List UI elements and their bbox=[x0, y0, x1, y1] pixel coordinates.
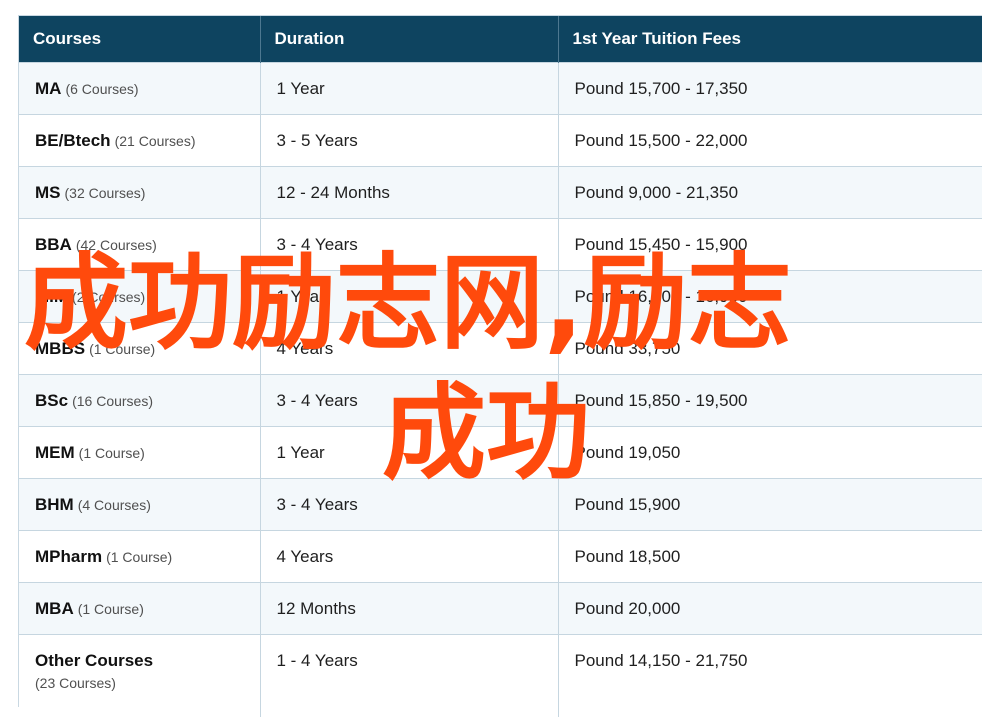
course-name[interactable]: MBA bbox=[35, 599, 74, 618]
course-cell: MBBS (1 Course) bbox=[19, 322, 261, 375]
fees-cell: Pound 19,050 bbox=[558, 426, 982, 479]
course-name[interactable]: Other Courses bbox=[35, 651, 153, 670]
table-row: MS (32 Courses) 12 - 24 Months Pound 9,00… bbox=[19, 166, 982, 219]
course-cell: BE/Btech (21 Courses) bbox=[19, 114, 261, 167]
course-count: (42 Courses) bbox=[75, 236, 157, 253]
course-count: (1 Course) bbox=[106, 548, 173, 565]
course-name[interactable]: BE/Btech bbox=[35, 131, 111, 150]
table-row: MA (6 Courses) 1 Year Pound 15,700 - 17,3… bbox=[19, 62, 982, 115]
course-name[interactable]: BBA bbox=[35, 235, 72, 254]
fees-cell: Pound 20,000 bbox=[558, 582, 982, 635]
fees-cell: Pound 15,850 - 19,500 bbox=[558, 374, 982, 427]
course-cell: MA (6 Courses) bbox=[19, 62, 261, 115]
course-name[interactable]: MIM bbox=[35, 287, 68, 306]
fees-cell: Pound 15,450 - 15,900 bbox=[558, 218, 982, 271]
table-row: BHM (4 Courses) 3 - 4 Years Pound 15,900 bbox=[19, 478, 982, 531]
table-row: MBBS (1 Course) 4 Years Pound 33,750 bbox=[19, 322, 982, 375]
header-courses: Courses bbox=[19, 16, 261, 63]
fees-cell: Pound 16,400 - 16,950 bbox=[558, 270, 982, 323]
duration-cell: 12 - 24 Months bbox=[260, 166, 559, 219]
course-count: (16 Courses) bbox=[72, 392, 153, 409]
header-duration: Duration bbox=[260, 16, 559, 63]
course-cell: BHM (4 Courses) bbox=[19, 478, 261, 531]
table-row: MIM (2 Courses) 1 Year Pound 16,400 - 16,… bbox=[19, 270, 982, 323]
course-name[interactable]: MEM bbox=[35, 443, 75, 462]
course-count: (2 Courses) bbox=[72, 288, 146, 305]
course-count: (23 Courses) bbox=[35, 675, 116, 691]
table-header-row: Courses Duration 1st Year Tuition Fees bbox=[19, 16, 982, 63]
course-name[interactable]: BSc bbox=[35, 391, 68, 410]
course-count: (1 Course) bbox=[77, 600, 144, 617]
course-count: (4 Courses) bbox=[77, 496, 151, 513]
course-count: (21 Courses) bbox=[114, 132, 196, 149]
fees-cell: Pound 15,900 bbox=[558, 478, 982, 531]
fees-cell: Pound 18,500 bbox=[558, 530, 982, 583]
course-name[interactable]: MBBS bbox=[35, 339, 85, 358]
fees-cell: Pound 33,750 bbox=[558, 322, 982, 375]
table-row: MBA (1 Course) 12 Months Pound 20,000 bbox=[19, 582, 982, 635]
course-count: (1 Course) bbox=[89, 340, 156, 357]
fees-cell: Pound 9,000 - 21,350 bbox=[558, 166, 982, 219]
duration-cell: 12 Months bbox=[260, 582, 559, 635]
course-count: (1 Course) bbox=[78, 444, 145, 461]
course-name[interactable]: MA bbox=[35, 79, 61, 98]
table-row: MPharm (1 Course) 4 Years Pound 18,500 bbox=[19, 530, 982, 583]
course-cell: MS (32 Courses) bbox=[19, 166, 261, 219]
duration-cell: 4 Years bbox=[260, 322, 559, 375]
course-cell: MPharm (1 Course) bbox=[19, 530, 261, 583]
course-cell: MIM (2 Courses) bbox=[19, 270, 261, 323]
duration-cell: 3 - 4 Years bbox=[260, 478, 559, 531]
header-tuition-fees: 1st Year Tuition Fees bbox=[558, 16, 982, 63]
course-fees-table: Courses Duration 1st Year Tuition Fees M… bbox=[19, 16, 982, 717]
duration-cell: 4 Years bbox=[260, 530, 559, 583]
course-count: (32 Courses) bbox=[64, 184, 146, 201]
course-cell: BSc (16 Courses) bbox=[19, 374, 261, 427]
duration-cell: 3 - 4 Years bbox=[260, 218, 559, 271]
duration-cell: 1 Year bbox=[260, 426, 559, 479]
course-count: (6 Courses) bbox=[65, 80, 139, 97]
course-name[interactable]: MS bbox=[35, 183, 61, 202]
course-name[interactable]: BHM bbox=[35, 495, 74, 514]
course-table-container: Courses Duration 1st Year Tuition Fees M… bbox=[18, 15, 982, 717]
fees-cell: Pound 15,700 - 17,350 bbox=[558, 62, 982, 115]
course-cell: MEM (1 Course) bbox=[19, 426, 261, 479]
table-row: Other Courses (23 Courses) 1 - 4 Years Po… bbox=[19, 634, 982, 717]
fees-cell: Pound 14,150 - 21,750 bbox=[558, 634, 982, 717]
course-cell: BBA (42 Courses) bbox=[19, 218, 261, 271]
course-cell: MBA (1 Course) bbox=[19, 582, 261, 635]
table-row: BSc (16 Courses) 3 - 4 Years Pound 15,850… bbox=[19, 374, 982, 427]
table-row: BBA (42 Courses) 3 - 4 Years Pound 15,450… bbox=[19, 218, 982, 271]
duration-cell: 3 - 4 Years bbox=[260, 374, 559, 427]
duration-cell: 1 Year bbox=[260, 62, 559, 115]
course-name[interactable]: MPharm bbox=[35, 547, 102, 566]
fees-cell: Pound 15,500 - 22,000 bbox=[558, 114, 982, 167]
duration-cell: 3 - 5 Years bbox=[260, 114, 559, 167]
table-row: MEM (1 Course) 1 Year Pound 19,050 bbox=[19, 426, 982, 479]
table-row: BE/Btech (21 Courses) 3 - 5 Years Pound 1… bbox=[19, 114, 982, 167]
duration-cell: 1 - 4 Years bbox=[260, 634, 559, 717]
duration-cell: 1 Year bbox=[260, 270, 559, 323]
course-cell: Other Courses (23 Courses) bbox=[19, 634, 261, 717]
